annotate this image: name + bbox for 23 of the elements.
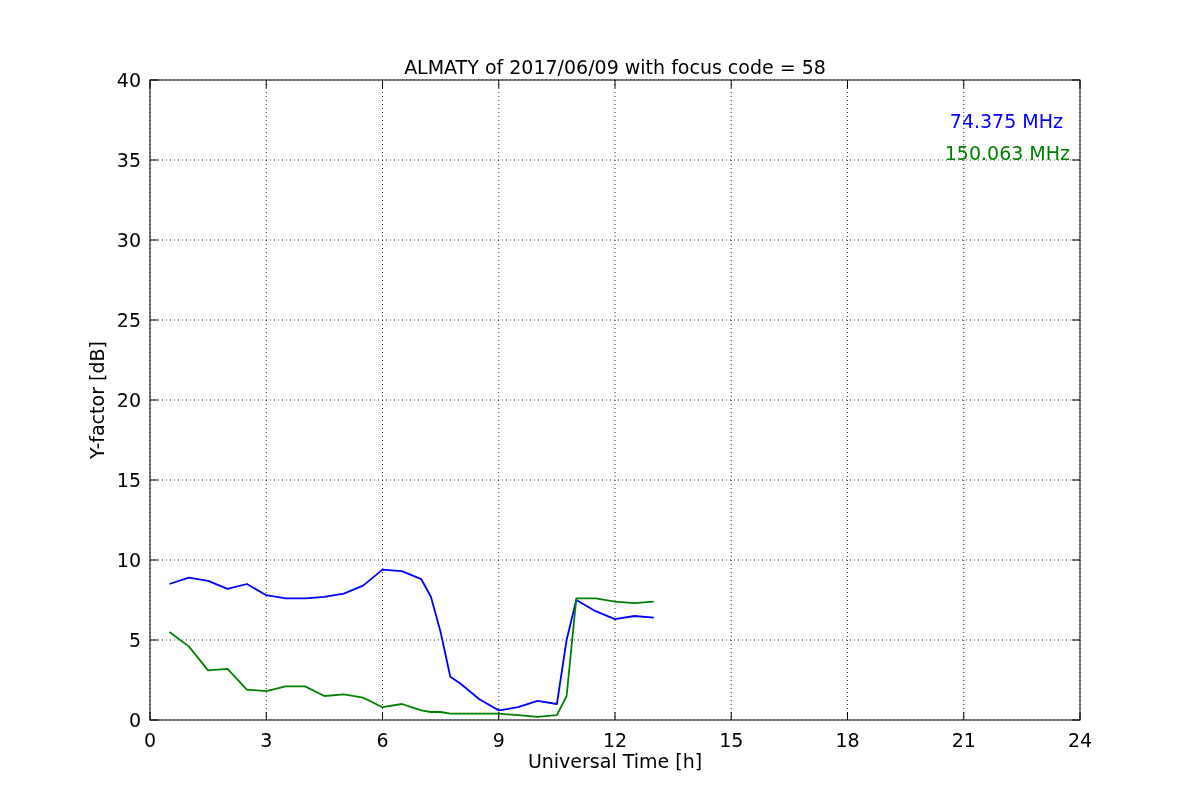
x-axis-label: Universal Time [h]: [527, 750, 703, 772]
legend-label: 150.063 MHz: [944, 142, 1070, 164]
x-tick-label: 24: [1067, 729, 1093, 751]
y-tick-label: 5: [128, 629, 141, 651]
legend-label: 74.375 MHz: [949, 110, 1063, 132]
y-tick-label: 0: [128, 709, 141, 731]
y-tick-label: 10: [116, 549, 141, 571]
y-tick-label: 20: [116, 389, 141, 411]
y-tick-label: 35: [116, 149, 141, 171]
x-tick-label: 3: [260, 729, 273, 751]
x-tick-label: 9: [492, 729, 505, 751]
y-tick-label: 25: [116, 309, 141, 331]
x-tick-label: 6: [376, 729, 389, 751]
y-tick-label: 40: [116, 69, 141, 91]
x-tick-label: 21: [951, 729, 976, 751]
chart-title: ALMATY of 2017/06/09 with focus code = 58: [404, 56, 826, 78]
x-tick-label: 18: [835, 729, 860, 751]
x-tick-label: 15: [719, 729, 744, 751]
y-tick-label: 30: [116, 229, 141, 251]
x-tick-label: 0: [143, 729, 157, 751]
y-tick-label: 15: [116, 469, 141, 491]
x-tick-label: 12: [602, 729, 628, 751]
y-axis-label: Y-factor [dB]: [86, 341, 108, 459]
